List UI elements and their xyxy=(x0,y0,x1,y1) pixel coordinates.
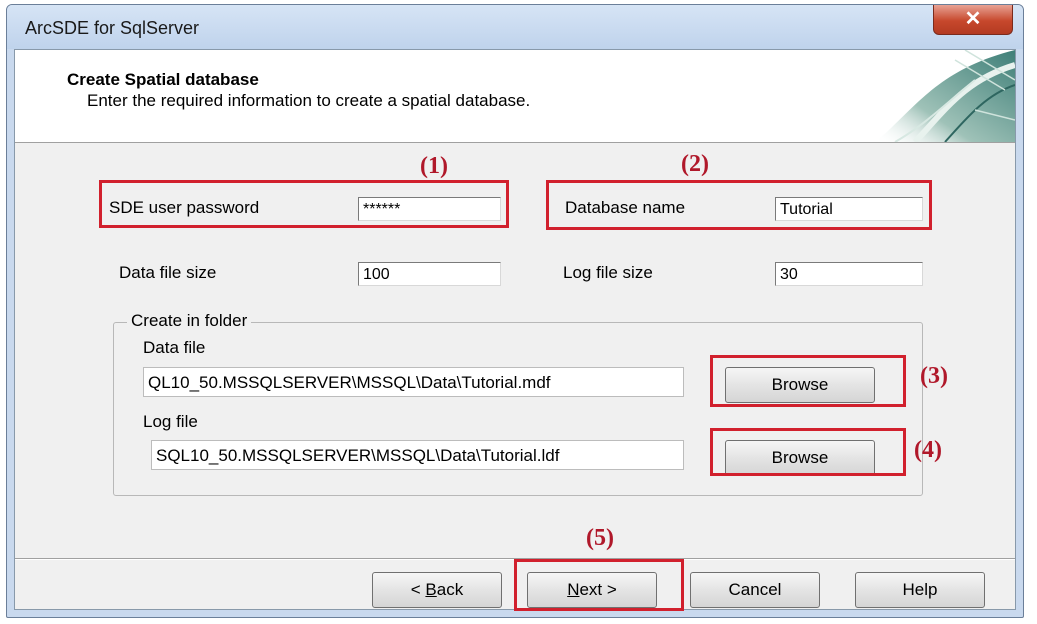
annotation-label-5: (5) xyxy=(586,525,614,551)
data-file-size-field[interactable]: 100 xyxy=(358,262,501,286)
annotation-label-1: (1) xyxy=(420,153,448,179)
annotation-box-3 xyxy=(710,355,906,407)
help-button[interactable]: Help xyxy=(855,572,985,608)
data-file-size-label: Data file size xyxy=(119,263,217,282)
close-button[interactable]: ✕ xyxy=(933,5,1013,35)
annotation-box-2 xyxy=(546,180,932,230)
annotation-label-4: (4) xyxy=(914,437,942,463)
dialog-client: Create Spatial database Enter the requir… xyxy=(14,49,1016,610)
create-in-folder-legend: Create in folder xyxy=(127,311,252,331)
cancel-button[interactable]: Cancel xyxy=(690,572,820,608)
title-bar[interactable]: ArcSDE for SqlServer ✕ xyxy=(7,5,1023,49)
page-title: Create Spatial database xyxy=(67,70,259,89)
annotation-box-4 xyxy=(710,428,906,476)
log-file-path-field[interactable]: SQL10_50.MSSQLSERVER\MSSQL\Data\Tutorial… xyxy=(151,440,684,470)
annotation-box-5 xyxy=(514,559,684,611)
dialog-window: ArcSDE for SqlServer ✕ Create Spatial da… xyxy=(6,4,1024,618)
data-file-label: Data file xyxy=(143,338,206,357)
header-map-graphic xyxy=(875,50,1015,142)
wizard-header: Create Spatial database Enter the requir… xyxy=(15,50,1015,143)
window-title: ArcSDE for SqlServer xyxy=(25,18,200,38)
log-file-label: Log file xyxy=(143,412,198,431)
annotation-label-2: (2) xyxy=(681,151,709,177)
data-file-path-field[interactable]: QL10_50.MSSQLSERVER\MSSQL\Data\Tutorial.… xyxy=(143,367,684,397)
log-file-size-field[interactable]: 30 xyxy=(775,262,923,286)
log-file-size-label: Log file size xyxy=(563,263,653,282)
page-subtitle: Enter the required information to create… xyxy=(87,91,531,110)
annotation-label-3: (3) xyxy=(920,363,948,389)
annotation-box-1 xyxy=(99,180,509,228)
back-button[interactable]: < Back xyxy=(372,572,502,608)
close-icon: ✕ xyxy=(964,8,982,30)
